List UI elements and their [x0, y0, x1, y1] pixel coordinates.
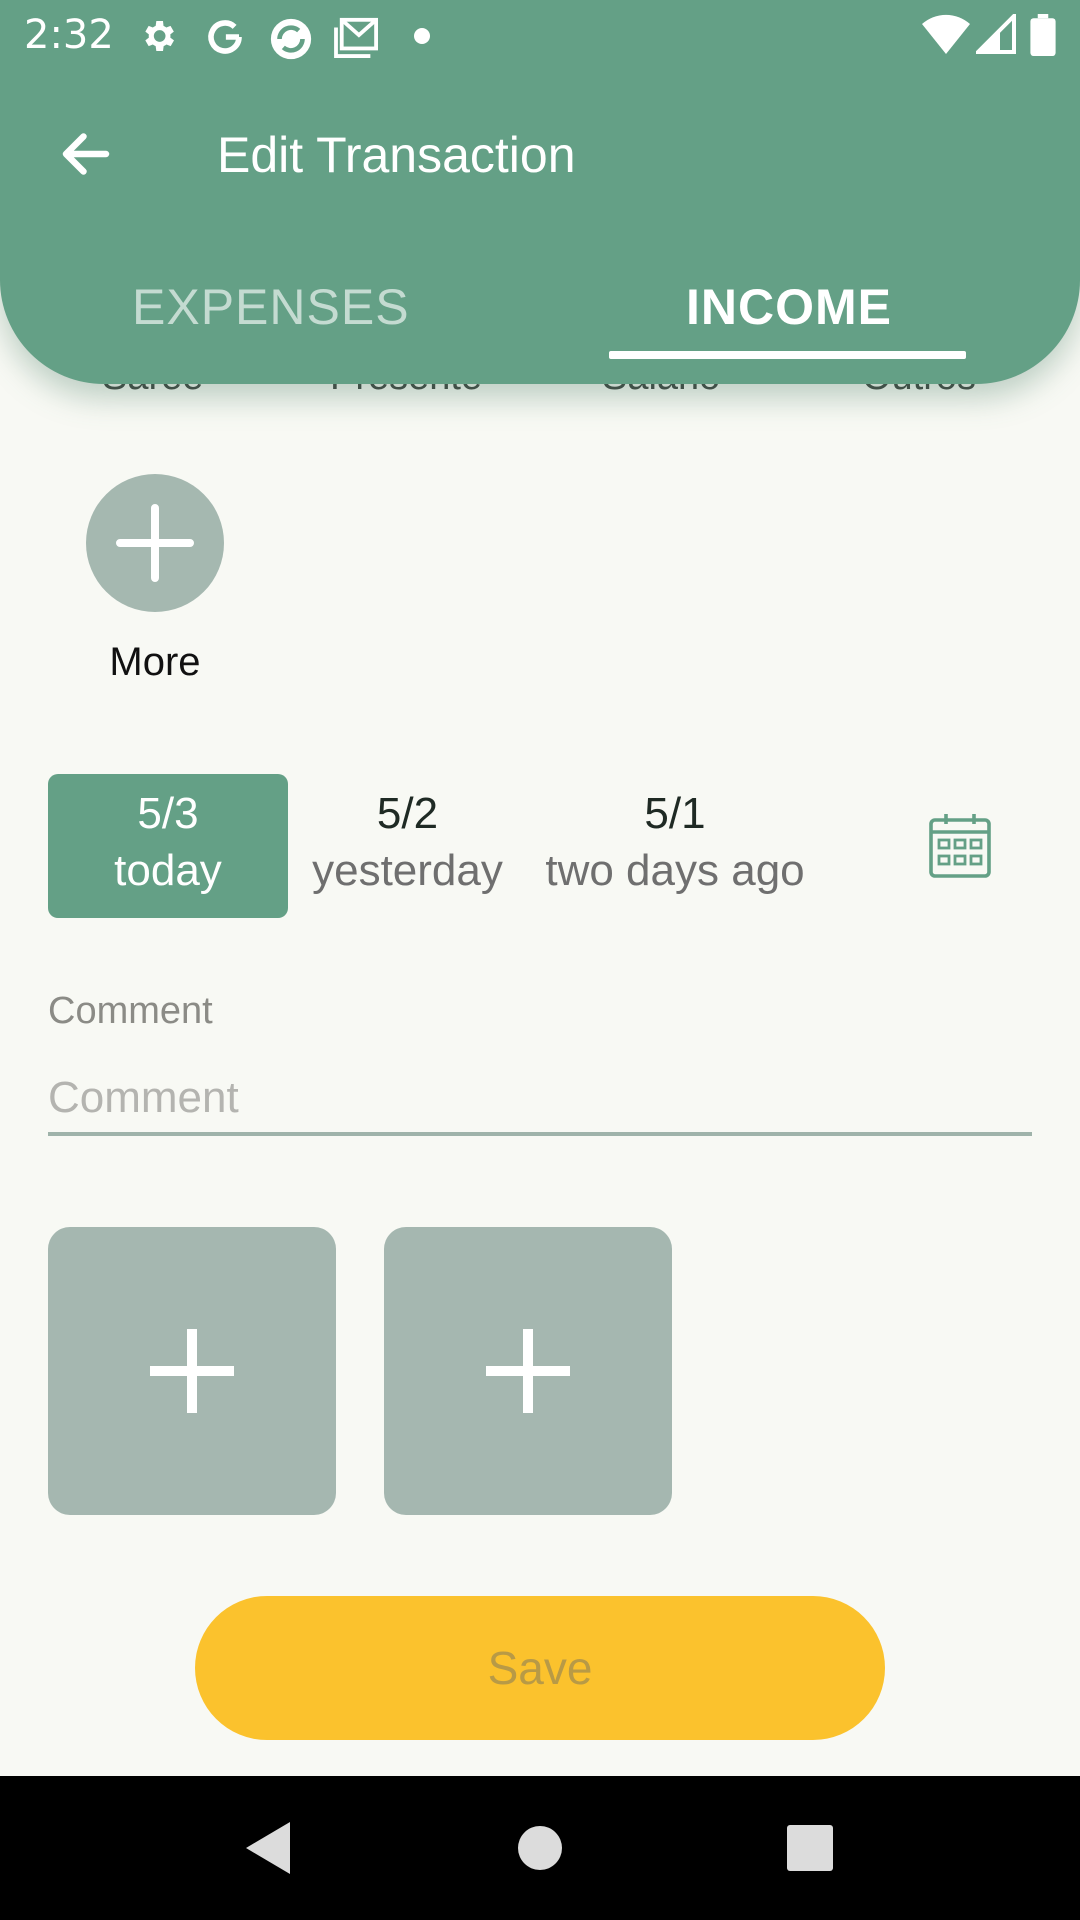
date-two-days-ago-chip[interactable]: 5/1 two days ago: [530, 774, 820, 918]
nav-recents-icon[interactable]: [750, 1776, 870, 1920]
signal-icon: [976, 14, 1016, 54]
battery-icon: [1030, 14, 1056, 56]
comment-label: Comment: [48, 990, 213, 1032]
more-label: More: [109, 640, 201, 684]
add-category-button[interactable]: [86, 474, 224, 612]
google-icon: [208, 20, 242, 54]
dot-icon: [414, 28, 430, 44]
sync-icon: [270, 18, 312, 60]
date-yesterday-chip[interactable]: 5/2 yesterday: [300, 774, 515, 918]
back-button[interactable]: [56, 124, 116, 184]
tab-indicator: [609, 351, 966, 359]
nav-home-icon[interactable]: [480, 1776, 600, 1920]
date-label: yesterday: [312, 846, 503, 895]
calendar-icon[interactable]: [928, 812, 992, 880]
comment-input[interactable]: [48, 1064, 1032, 1136]
date-value: 5/3: [137, 789, 199, 838]
tab-income[interactable]: INCOME: [686, 278, 892, 336]
plus-icon: [150, 1329, 234, 1413]
add-photo-button[interactable]: [384, 1227, 672, 1515]
page-title: Edit Transaction: [217, 127, 576, 183]
status-time: 2:32: [24, 12, 114, 58]
tab-expenses[interactable]: EXPENSES: [132, 278, 410, 336]
add-photo-button[interactable]: [48, 1227, 336, 1515]
arrow-left-icon: [62, 133, 110, 175]
date-label: two days ago: [545, 846, 805, 895]
system-nav-bar: [0, 1776, 1080, 1920]
status-bar: 2:32: [0, 0, 1080, 72]
plus-icon: [486, 1329, 570, 1413]
save-button[interactable]: Save: [195, 1596, 885, 1740]
app-header: 2:32 Edit Transaction EXPENSES INCOME: [0, 0, 1080, 384]
plus-icon: [116, 504, 194, 582]
gear-icon: [145, 21, 174, 51]
date-value: 5/2: [376, 789, 439, 838]
mail-icon: [334, 17, 378, 58]
wifi-icon: [922, 14, 970, 54]
date-today-chip[interactable]: 5/3 today: [48, 774, 288, 918]
date-label: today: [114, 846, 222, 895]
nav-back-icon[interactable]: [206, 1776, 326, 1920]
date-value: 5/1: [644, 789, 706, 838]
